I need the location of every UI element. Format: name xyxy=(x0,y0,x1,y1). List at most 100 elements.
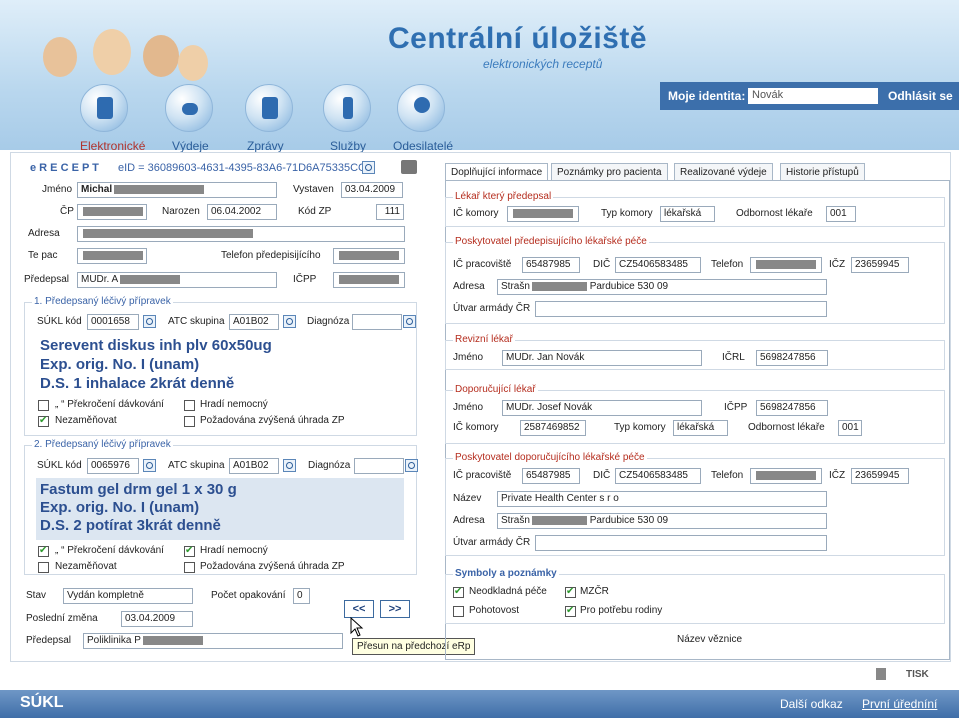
nav-label-zpravy[interactable]: Zprávy xyxy=(247,139,284,153)
kodzp-field[interactable]: 111 xyxy=(376,204,404,220)
tab-doplnujici[interactable]: Doplňující informace xyxy=(445,163,549,181)
drug2-atc-search-icon[interactable] xyxy=(283,459,296,472)
next-button[interactable]: >> xyxy=(380,600,410,618)
nav-prescription-icon[interactable] xyxy=(80,84,128,132)
tisk-link[interactable]: TISK xyxy=(906,669,929,680)
drug2-atc-field[interactable]: A01B02 xyxy=(229,458,279,474)
tab-realizovane[interactable]: Realizované výdeje xyxy=(674,163,773,181)
posledni-zmena-field[interactable]: 03.04.2009 xyxy=(121,611,193,627)
drug2-uhrada-checkbox[interactable] xyxy=(184,562,195,573)
poskytovatel2-header: Poskytovatel doporučujícího lékařské péč… xyxy=(453,452,647,463)
pocet-field[interactable]: 0 xyxy=(293,588,310,604)
nav-label-odesilatele[interactable]: Odesilatelé xyxy=(393,139,453,153)
icpp-field[interactable] xyxy=(333,272,405,288)
prev-button[interactable]: << xyxy=(344,600,374,618)
dopor-ic-komory-label: IČ komory xyxy=(453,422,499,433)
dopor-odbornost-field[interactable]: 001 xyxy=(838,420,862,436)
utvar-field[interactable] xyxy=(535,301,827,317)
pohotovost-checkbox[interactable] xyxy=(453,606,464,617)
narozen-field[interactable]: 06.04.2002 xyxy=(207,204,277,220)
print-footer-icon[interactable] xyxy=(876,668,886,680)
drug2-diag-field[interactable] xyxy=(354,458,404,474)
drug1-prekroceni-checkbox[interactable] xyxy=(38,400,49,411)
adresa2-field[interactable]: Strašn Pardubice 530 09 xyxy=(497,513,827,529)
telefon-pacient-field[interactable] xyxy=(77,248,147,264)
adresa-right-value: Strašn xyxy=(501,281,530,292)
nav-doctor-icon[interactable] xyxy=(397,84,445,132)
drug1-diag-search-icon[interactable] xyxy=(403,315,416,328)
telefon2-label: Telefon xyxy=(711,470,744,481)
drug1-name: Serevent diskus inh plv 60x50ug xyxy=(40,337,272,354)
tab-poznamky[interactable]: Poznámky pro pacienta xyxy=(551,163,668,181)
dopor-jmeno-field[interactable]: MUDr. Josef Novák xyxy=(502,400,702,416)
adresa-right-field[interactable]: Strašn Pardubice 530 09 xyxy=(497,279,827,295)
icz2-field[interactable]: 23659945 xyxy=(851,468,909,484)
drug1-uhrada-checkbox[interactable] xyxy=(184,416,195,427)
drug1-hradi-checkbox[interactable] xyxy=(184,400,195,411)
redacted-block xyxy=(83,228,253,238)
redacted-block xyxy=(531,515,587,525)
drug2-nezamenovat-checkbox[interactable] xyxy=(38,562,49,573)
drug2-sukl-field[interactable]: 0065976 xyxy=(87,458,139,474)
dic-field[interactable]: CZ5406583485 xyxy=(615,257,701,273)
nav-microscope-icon[interactable] xyxy=(323,84,371,132)
nav-label-sluzby[interactable]: Služby xyxy=(330,139,366,153)
vystaven-field[interactable]: 03.04.2009 xyxy=(341,182,403,198)
nav-pills-icon[interactable] xyxy=(165,84,213,132)
telefon2-field[interactable] xyxy=(750,468,822,484)
odbornost-field[interactable]: 001 xyxy=(826,206,856,222)
revizni-jmeno-field[interactable]: MUDr. Jan Novák xyxy=(502,350,702,366)
typ-komory-field[interactable]: lékařská xyxy=(660,206,715,222)
logout-link[interactable]: Odhlásit se xyxy=(888,89,953,103)
ic-pracoviste-field[interactable]: 65487985 xyxy=(522,257,580,273)
ic-pracoviste-label: IČ pracoviště xyxy=(453,259,512,270)
telefon-predepisujiciho-field[interactable] xyxy=(333,248,405,264)
dic2-field[interactable]: CZ5406583485 xyxy=(615,468,701,484)
odbornost-label: Odbornost lékaře xyxy=(736,208,813,219)
dopor-ic-komory-field[interactable]: 2587469852 xyxy=(520,420,586,436)
drug2-sukl-search-icon[interactable] xyxy=(143,459,156,472)
ic-pracoviste2-field[interactable]: 65487985 xyxy=(522,468,580,484)
icz-field[interactable]: 23659945 xyxy=(851,257,909,273)
telefon-field[interactable] xyxy=(750,257,822,273)
adresa-field[interactable] xyxy=(77,226,405,242)
neodkladna-checkbox[interactable] xyxy=(453,586,464,598)
predepsal-bottom-field[interactable]: Poliklinika P xyxy=(83,633,343,649)
rodiny-checkbox[interactable] xyxy=(565,605,576,617)
drug1-atc-search-icon[interactable] xyxy=(283,315,296,328)
dopor-typ-komory-field[interactable]: lékařská xyxy=(673,420,728,436)
nav-label-vydeje[interactable]: Výdeje xyxy=(172,139,209,153)
prvni-link[interactable]: První úředníní xyxy=(862,697,937,711)
drug2-diag-search-icon[interactable] xyxy=(405,459,418,472)
mzcr-checkbox[interactable] xyxy=(565,586,576,598)
stav-field[interactable]: Vydán kompletně xyxy=(63,588,193,604)
dopor-icpp-field[interactable]: 5698247856 xyxy=(756,400,828,416)
dalsi-odkaz-link[interactable]: Další odkaz xyxy=(780,697,843,711)
drug2-prekroceni-checkbox[interactable] xyxy=(38,545,49,557)
poskytovatel-header: Poskytovatel předepisujícího lékařské pé… xyxy=(453,236,649,247)
drug1-sukl-field[interactable]: 0001658 xyxy=(87,314,139,330)
nav-document-icon[interactable] xyxy=(245,84,293,132)
drug1-sukl-search-icon[interactable] xyxy=(143,315,156,328)
nav-label-elektronicke[interactable]: Elektronické xyxy=(80,139,145,153)
cp-label: ČP xyxy=(60,206,74,217)
drug1-atc-label: ATC skupina xyxy=(168,316,225,327)
utvar2-label: Útvar armády ČR xyxy=(453,537,531,548)
cp-field[interactable] xyxy=(77,204,147,220)
search-icon[interactable] xyxy=(362,161,375,174)
icrl-field[interactable]: 5698247856 xyxy=(756,350,828,366)
jmeno-field[interactable]: Michal xyxy=(77,182,277,198)
nazev-field[interactable]: Private Health Center s r o xyxy=(497,491,827,507)
predepsal-field[interactable]: MUDr. A xyxy=(77,272,277,288)
drug2-hradi-checkbox[interactable] xyxy=(184,545,195,557)
prescription-title: e R E C E P T xyxy=(30,162,99,174)
typ-komory-label: Typ komory xyxy=(601,208,653,219)
ic-komory-field[interactable] xyxy=(507,206,579,222)
utvar2-field[interactable] xyxy=(535,535,827,551)
drug1-nezamenovat-checkbox[interactable] xyxy=(38,415,49,427)
print-icon[interactable] xyxy=(401,160,417,174)
tab-historie[interactable]: Historie přístupů xyxy=(780,163,865,181)
drug1-diag-field[interactable] xyxy=(352,314,402,330)
icrl-label: IČRL xyxy=(722,352,745,363)
drug1-atc-field[interactable]: A01B02 xyxy=(229,314,279,330)
